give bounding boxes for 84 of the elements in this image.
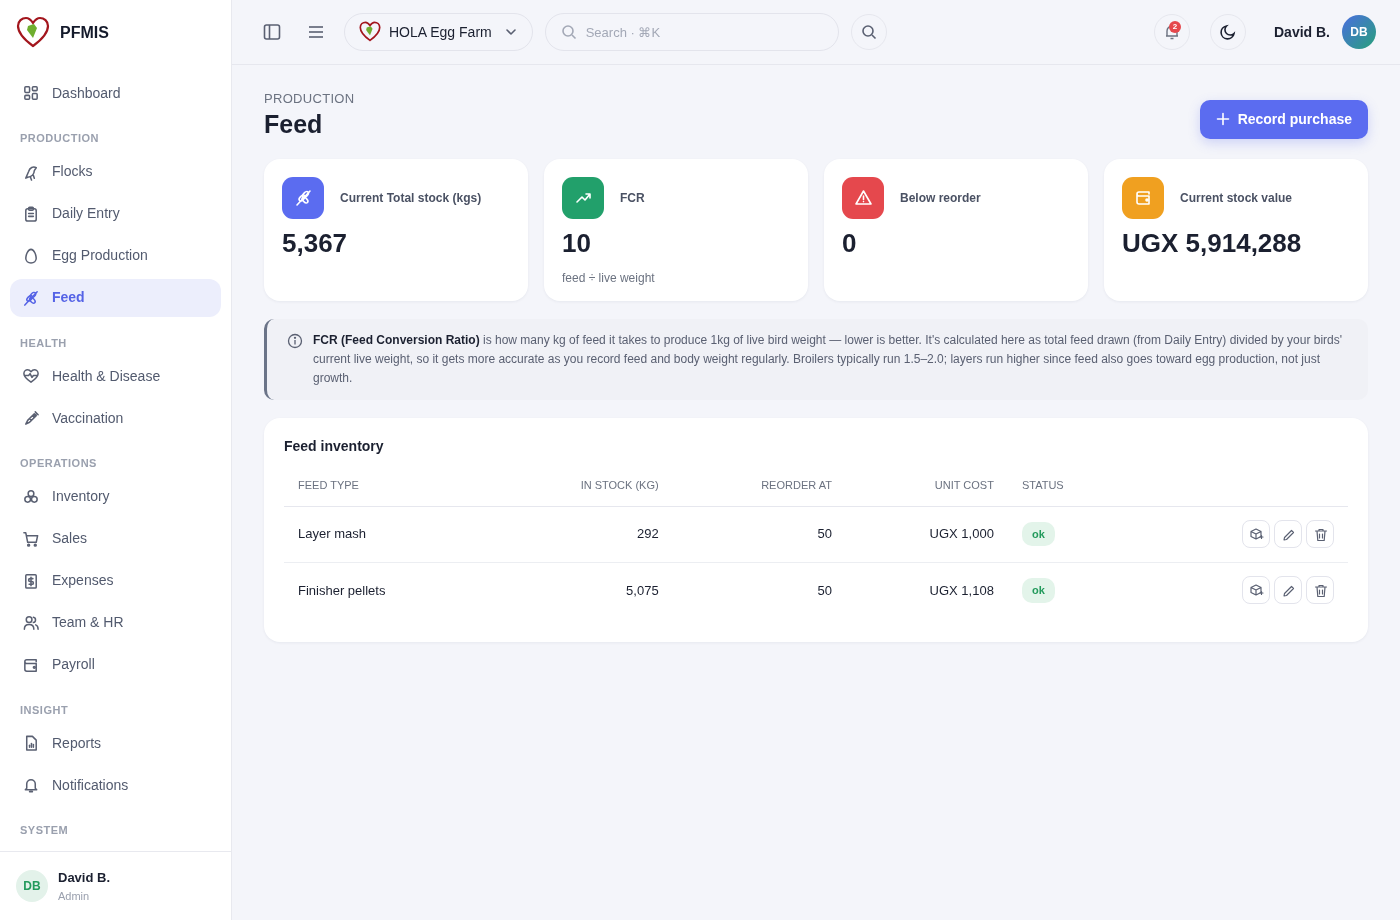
- notification-count: 2: [1169, 21, 1181, 33]
- heart-logo: [359, 21, 381, 43]
- nav-item[interactable]: Feed: [10, 278, 221, 317]
- section-heading: SYSTEM: [19, 823, 70, 838]
- grid-icon: [22, 84, 40, 102]
- table-cell: 50: [817, 582, 832, 598]
- people-icon: [22, 613, 40, 632]
- delete-icon: [1312, 582, 1328, 598]
- nav-item[interactable]: Vaccination: [10, 399, 221, 437]
- nav-item[interactable]: Daily Entry: [10, 194, 221, 233]
- nav-item[interactable]: Dashboard: [10, 74, 221, 112]
- user-role: Admin: [58, 888, 91, 904]
- search-icon: [560, 24, 577, 40]
- nav-item[interactable]: Inventory: [10, 477, 221, 516]
- column-header: UNIT COST: [934, 479, 994, 492]
- record-purchase-button[interactable]: Record purchase: [1199, 99, 1368, 139]
- nav-item[interactable]: Egg Production: [10, 236, 221, 275]
- stat-label: Current stock value: [1180, 189, 1293, 207]
- heart-pulse-icon: [22, 367, 40, 385]
- stat-note: feed ÷ live weight: [562, 270, 656, 288]
- app-name: PFMIS: [60, 23, 109, 43]
- boxes-icon: [22, 487, 40, 506]
- column-header: STATUS: [1021, 479, 1064, 492]
- clipboard-icon: [22, 204, 40, 223]
- stat-value: UGX 5,914,288: [1122, 228, 1303, 258]
- search-icon: [860, 24, 877, 40]
- table-cell: Layer mash: [298, 526, 366, 542]
- table-cell: 292: [636, 526, 659, 542]
- stat-value: 5,367: [282, 228, 349, 258]
- user-name: David B.: [1274, 22, 1330, 42]
- user-avatar[interactable]: DB: [1342, 15, 1376, 49]
- section-heading: INSIGHT: [19, 702, 70, 718]
- box-plus-button[interactable]: [1242, 520, 1270, 549]
- box-plus-icon: [1248, 582, 1264, 598]
- status-pill: ok: [1021, 578, 1055, 603]
- nav-item[interactable]: Health & Disease: [10, 357, 221, 395]
- edit-button[interactable]: [1274, 576, 1302, 605]
- nav-item[interactable]: Flocks: [10, 152, 221, 191]
- section-heading: PRODUCTION: [19, 131, 100, 146]
- delete-button[interactable]: [1306, 520, 1334, 549]
- table-cell: 50: [817, 526, 832, 542]
- box-plus-icon: [1248, 526, 1264, 542]
- nav-item[interactable]: Team & HR: [10, 603, 221, 642]
- user-avatar: DB: [16, 870, 48, 902]
- box-plus-button[interactable]: [1242, 576, 1270, 605]
- search-field[interactable]: Search · ⌘K: [544, 13, 839, 51]
- user-name: David B.: [58, 869, 110, 887]
- section-heading: HEALTH: [19, 335, 68, 351]
- cart-icon: [22, 529, 40, 548]
- moon-icon: [1219, 23, 1237, 41]
- stat-label: Current Total stock (kgs): [340, 189, 482, 207]
- bell-icon: [22, 776, 40, 794]
- nav-item[interactable]: Expenses: [10, 561, 221, 600]
- receipt-icon: [22, 571, 40, 590]
- column-header: REORDER AT: [761, 479, 832, 492]
- delete-button[interactable]: [1306, 576, 1334, 605]
- syringe-icon: [22, 409, 40, 427]
- stat-value: 0: [842, 228, 858, 258]
- nav-item[interactable]: Reports: [10, 724, 221, 762]
- stat-label: Below reorder: [900, 189, 981, 207]
- egg-icon: [22, 246, 40, 265]
- card-title: Feed inventory: [284, 437, 385, 457]
- nav-item[interactable]: Sales: [10, 519, 221, 558]
- section-label: PRODUCTION: [264, 90, 355, 108]
- table-cell: UGX 1,000: [929, 526, 994, 542]
- stat-value: 10: [562, 228, 592, 258]
- info-icon: [287, 332, 303, 349]
- heart-logo: [16, 16, 50, 50]
- plus-icon: [1215, 112, 1230, 126]
- edit-button[interactable]: [1274, 520, 1302, 549]
- wheat-icon: [22, 288, 40, 307]
- table-cell: Finisher pellets: [298, 582, 386, 598]
- section-heading: OPERATIONS: [19, 456, 98, 471]
- column-header: FEED TYPE: [298, 479, 359, 492]
- nav-item[interactable]: Payroll: [10, 645, 221, 684]
- page-title: Feed: [264, 108, 324, 139]
- status-pill: ok: [1021, 521, 1055, 547]
- table-cell: 5,075: [626, 582, 659, 598]
- column-header: IN STOCK (KG): [580, 479, 659, 492]
- info-text: FCR (Feed Conversion Ratio) is how many kg of feed it takes to produce 1kg of live bird weight — lower is better. It's calculated here as total feed drawn (from Daily Entry) divided by your birds' current live weight, so it gets more accurate as you record feed and body weight regularly. Broilers typically run 1.5–2.0; layers run higher since feed also goes toward egg production, not just growth.: [313, 331, 1343, 387]
- table-cell: UGX 1,108: [929, 582, 994, 598]
- nav-item[interactable]: Notifications: [10, 766, 221, 804]
- stat-label: FCR: [620, 189, 645, 207]
- delete-icon: [1312, 526, 1328, 542]
